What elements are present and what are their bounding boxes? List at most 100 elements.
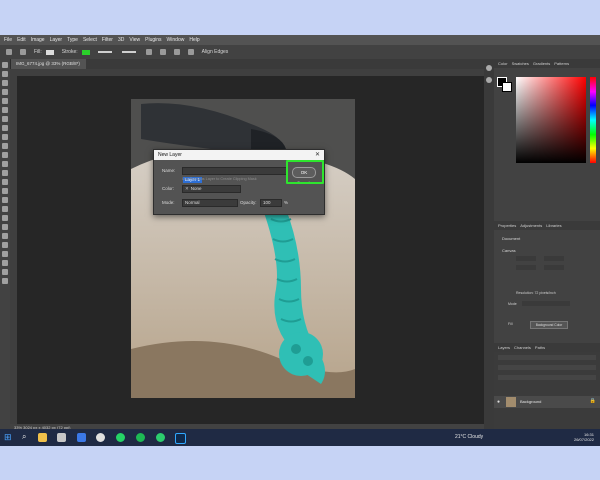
path-select-icon[interactable] bbox=[2, 215, 8, 221]
frame-tool-icon[interactable] bbox=[2, 107, 8, 113]
lasso-tool-icon[interactable] bbox=[2, 80, 8, 86]
path-arrange-icon[interactable] bbox=[173, 49, 180, 55]
menu-layer[interactable]: Layer bbox=[50, 37, 63, 43]
quick-mask-icon[interactable] bbox=[2, 269, 8, 275]
menu-help[interactable]: Help bbox=[189, 37, 199, 43]
healing-brush-icon[interactable] bbox=[2, 125, 8, 131]
chrome-icon[interactable] bbox=[96, 433, 105, 442]
menu-view[interactable]: View bbox=[129, 37, 140, 43]
settings-icon[interactable] bbox=[57, 433, 66, 442]
tab-swatches[interactable]: Swatches bbox=[512, 61, 529, 66]
color-select[interactable]: ✕ None bbox=[182, 185, 241, 193]
menu-filter[interactable]: Filter bbox=[102, 37, 113, 43]
mode-select[interactable] bbox=[522, 301, 570, 306]
rectangle-tool-icon[interactable] bbox=[2, 224, 8, 230]
photoshop-taskbar-icon[interactable] bbox=[175, 433, 186, 444]
document-tab-bar: IMG_6774.jpg @ 33% (RGB/8*) bbox=[10, 59, 484, 69]
marquee-tool-icon[interactable] bbox=[2, 71, 8, 77]
file-explorer-icon[interactable] bbox=[38, 433, 47, 442]
background-color-swatch[interactable] bbox=[502, 82, 512, 92]
path-ops-icon[interactable] bbox=[145, 49, 152, 55]
brush-tool-icon[interactable] bbox=[2, 134, 8, 140]
clipping-mask-checkbox[interactable]: Use Previous Layer to Create Clipping Ma… bbox=[182, 177, 257, 181]
search-icon[interactable]: ⌕ bbox=[22, 432, 26, 442]
layer-name-input[interactable]: Layer 1 bbox=[182, 167, 288, 183]
canvas-x-field[interactable] bbox=[516, 265, 536, 270]
mode-label: Mode bbox=[508, 302, 517, 306]
type-tool-icon[interactable] bbox=[2, 206, 8, 212]
canvas-y-field[interactable] bbox=[544, 265, 564, 270]
canvas-section-label: Canvas bbox=[502, 248, 516, 253]
eye-icon[interactable]: ● bbox=[497, 399, 500, 405]
fill-select[interactable]: Background Color bbox=[530, 321, 568, 329]
gradient-tool-icon[interactable] bbox=[2, 170, 8, 176]
menu-image[interactable]: Image bbox=[31, 37, 45, 43]
clone-stamp-icon[interactable] bbox=[2, 143, 8, 149]
stroke-type-field[interactable] bbox=[121, 51, 136, 53]
eraser-tool-icon[interactable] bbox=[2, 161, 8, 167]
windows-start-icon[interactable]: ⊞ bbox=[4, 432, 12, 443]
tab-properties[interactable]: Properties bbox=[498, 223, 516, 228]
menu-edit[interactable]: Edit bbox=[17, 37, 26, 43]
move-tool-icon[interactable] bbox=[2, 62, 8, 68]
tab-libraries[interactable]: Libraries bbox=[546, 223, 561, 228]
layer-filter-row[interactable] bbox=[498, 355, 596, 360]
pen-tool-icon[interactable] bbox=[2, 197, 8, 203]
tab-patterns[interactable]: Patterns bbox=[554, 61, 569, 66]
app-icon[interactable] bbox=[156, 433, 165, 442]
tab-paths[interactable]: Paths bbox=[535, 345, 545, 350]
canvas-width-field[interactable] bbox=[516, 256, 536, 261]
panel-icon-strip bbox=[484, 59, 494, 431]
opacity-input[interactable]: 100 bbox=[260, 199, 282, 207]
more-tools-icon[interactable] bbox=[2, 251, 8, 257]
info-panel-icon[interactable] bbox=[486, 77, 492, 83]
lock-row[interactable] bbox=[498, 375, 596, 380]
stroke-swatch[interactable] bbox=[81, 49, 90, 55]
shape-tool-icon[interactable] bbox=[20, 49, 26, 55]
menu-type[interactable]: Type bbox=[67, 37, 78, 43]
fill-swatch[interactable] bbox=[45, 49, 54, 55]
hand-tool-icon[interactable] bbox=[2, 233, 8, 239]
canvas-height-field[interactable] bbox=[544, 256, 564, 261]
spotify-icon[interactable] bbox=[136, 433, 145, 442]
tab-layers[interactable]: Layers bbox=[498, 345, 510, 350]
history-brush-icon[interactable] bbox=[2, 152, 8, 158]
path-align-icon[interactable] bbox=[159, 49, 166, 55]
tab-channels[interactable]: Channels bbox=[514, 345, 531, 350]
tab-gradients[interactable]: Gradients bbox=[533, 61, 550, 66]
align-edges-label[interactable]: Align Edges bbox=[202, 49, 229, 55]
document-tab[interactable]: IMG_6774.jpg @ 33% (RGB/8*) bbox=[10, 59, 86, 69]
menu-select[interactable]: Select bbox=[83, 37, 97, 43]
close-icon[interactable]: ✕ bbox=[315, 150, 320, 160]
menu-3d[interactable]: 3D bbox=[118, 37, 124, 43]
properties-document-label: Document bbox=[502, 236, 521, 241]
weather-widget[interactable]: 21°C Cloudy bbox=[455, 434, 483, 440]
mail-icon[interactable] bbox=[77, 433, 86, 442]
gear-icon[interactable] bbox=[187, 49, 194, 55]
tab-adjustments[interactable]: Adjustments bbox=[520, 223, 542, 228]
edit-toolbar-icon[interactable] bbox=[2, 260, 8, 266]
blur-tool-icon[interactable] bbox=[2, 179, 8, 185]
screen-mode-icon[interactable] bbox=[2, 278, 8, 284]
eyedropper-icon[interactable] bbox=[2, 116, 8, 122]
menu-window[interactable]: Window bbox=[167, 37, 185, 43]
layer-row-background[interactable]: ● Background 🔒 bbox=[494, 396, 600, 408]
tab-color[interactable]: Color bbox=[498, 61, 508, 66]
history-panel-icon[interactable] bbox=[486, 65, 492, 71]
menu-file[interactable]: File bbox=[4, 37, 12, 43]
system-clock[interactable]: 16:31 26/07/2022 bbox=[574, 432, 594, 442]
fill-label: Fill bbox=[508, 322, 513, 326]
dodge-tool-icon[interactable] bbox=[2, 188, 8, 194]
crop-tool-icon[interactable] bbox=[2, 98, 8, 104]
stroke-width-field[interactable] bbox=[97, 51, 112, 53]
zoom-tool-icon[interactable] bbox=[2, 242, 8, 248]
quick-select-icon[interactable] bbox=[2, 89, 8, 95]
dialog-title: New Layer bbox=[158, 152, 182, 158]
mode-select[interactable]: Normal bbox=[182, 199, 238, 207]
menu-plugins[interactable]: Plugins bbox=[145, 37, 161, 43]
layers-panel: Layers Channels Paths ● Background 🔒 bbox=[494, 343, 600, 431]
whatsapp-icon[interactable] bbox=[116, 433, 125, 442]
home-icon[interactable] bbox=[6, 49, 12, 55]
color-picker-field[interactable] bbox=[512, 77, 600, 163]
blend-mode-row[interactable] bbox=[498, 365, 596, 370]
